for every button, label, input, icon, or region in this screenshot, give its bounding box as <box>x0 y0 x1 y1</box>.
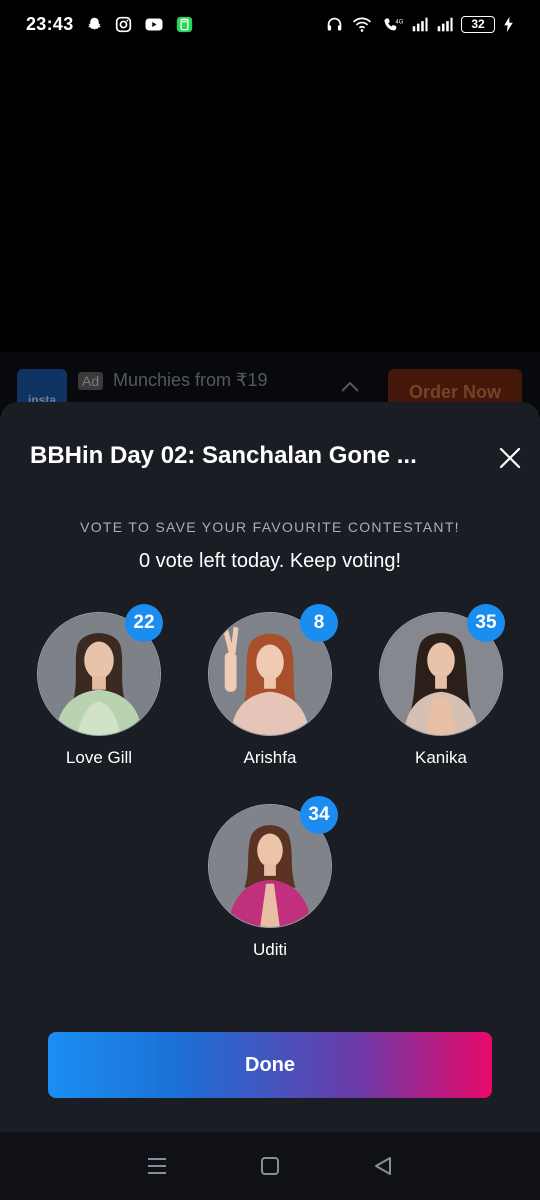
contestant-name: Uditi <box>252 940 287 959</box>
back-button[interactable] <box>363 1146 403 1186</box>
headphones-icon <box>327 17 342 30</box>
sheet-title: BBHin Day 02: Sanchalan Gone ... <box>30 442 417 469</box>
signal-icon <box>437 17 453 31</box>
contestant-name: Arishfa <box>243 748 297 767</box>
home-square-icon <box>260 1157 279 1175</box>
contestant-kanika[interactable]: 35 Kanika <box>371 604 511 784</box>
system-nav-bar <box>0 1132 540 1200</box>
charging-icon <box>504 16 513 32</box>
call-icon: 4G <box>384 18 403 30</box>
battery-icon: 32 <box>461 15 495 33</box>
svg-text:4G: 4G <box>395 19 403 25</box>
instagram-icon <box>115 16 131 32</box>
close-icon <box>499 447 521 469</box>
votes-remaining: 0 vote left today. Keep voting! <box>138 550 402 572</box>
done-button[interactable]: Done <box>48 1032 492 1098</box>
contestant-uditi[interactable]: 34 Uditi <box>200 796 340 976</box>
status-right: 4G 32 <box>326 15 514 33</box>
recents-button[interactable] <box>137 1146 177 1186</box>
youtube-icon <box>145 18 163 30</box>
vote-count-badge: 35 <box>467 604 505 642</box>
vote-heading: VOTE TO SAVE YOUR FAVOURITE CONTESTANT! <box>80 519 460 535</box>
contestant-arishfa[interactable]: 8 Arishfa <box>200 604 340 784</box>
snapchat-icon <box>87 17 101 30</box>
vote-sheet: BBHin Day 02: Sanchalan Gone ... VOTE TO… <box>0 402 540 1132</box>
menu-icon <box>147 1158 166 1174</box>
vote-count-badge: 34 <box>300 796 338 834</box>
back-triangle-icon <box>375 1157 392 1175</box>
contestant-name: Love Gill <box>65 748 133 767</box>
signal-icon <box>412 17 428 31</box>
status-bar: 23:43 4G 32 <box>0 0 540 48</box>
wifi-icon <box>352 17 372 32</box>
contestant-love-gill[interactable]: 22 Love Gill <box>29 604 169 784</box>
status-left: 23:43 <box>26 14 193 35</box>
vote-count-badge: 22 <box>125 604 163 642</box>
contestant-name: Kanika <box>415 748 467 767</box>
home-button[interactable] <box>250 1146 290 1186</box>
status-time: 23:43 <box>26 13 74 34</box>
vote-count-badge: 8 <box>300 604 338 642</box>
calculator-icon <box>176 16 192 32</box>
close-button[interactable] <box>494 442 526 474</box>
